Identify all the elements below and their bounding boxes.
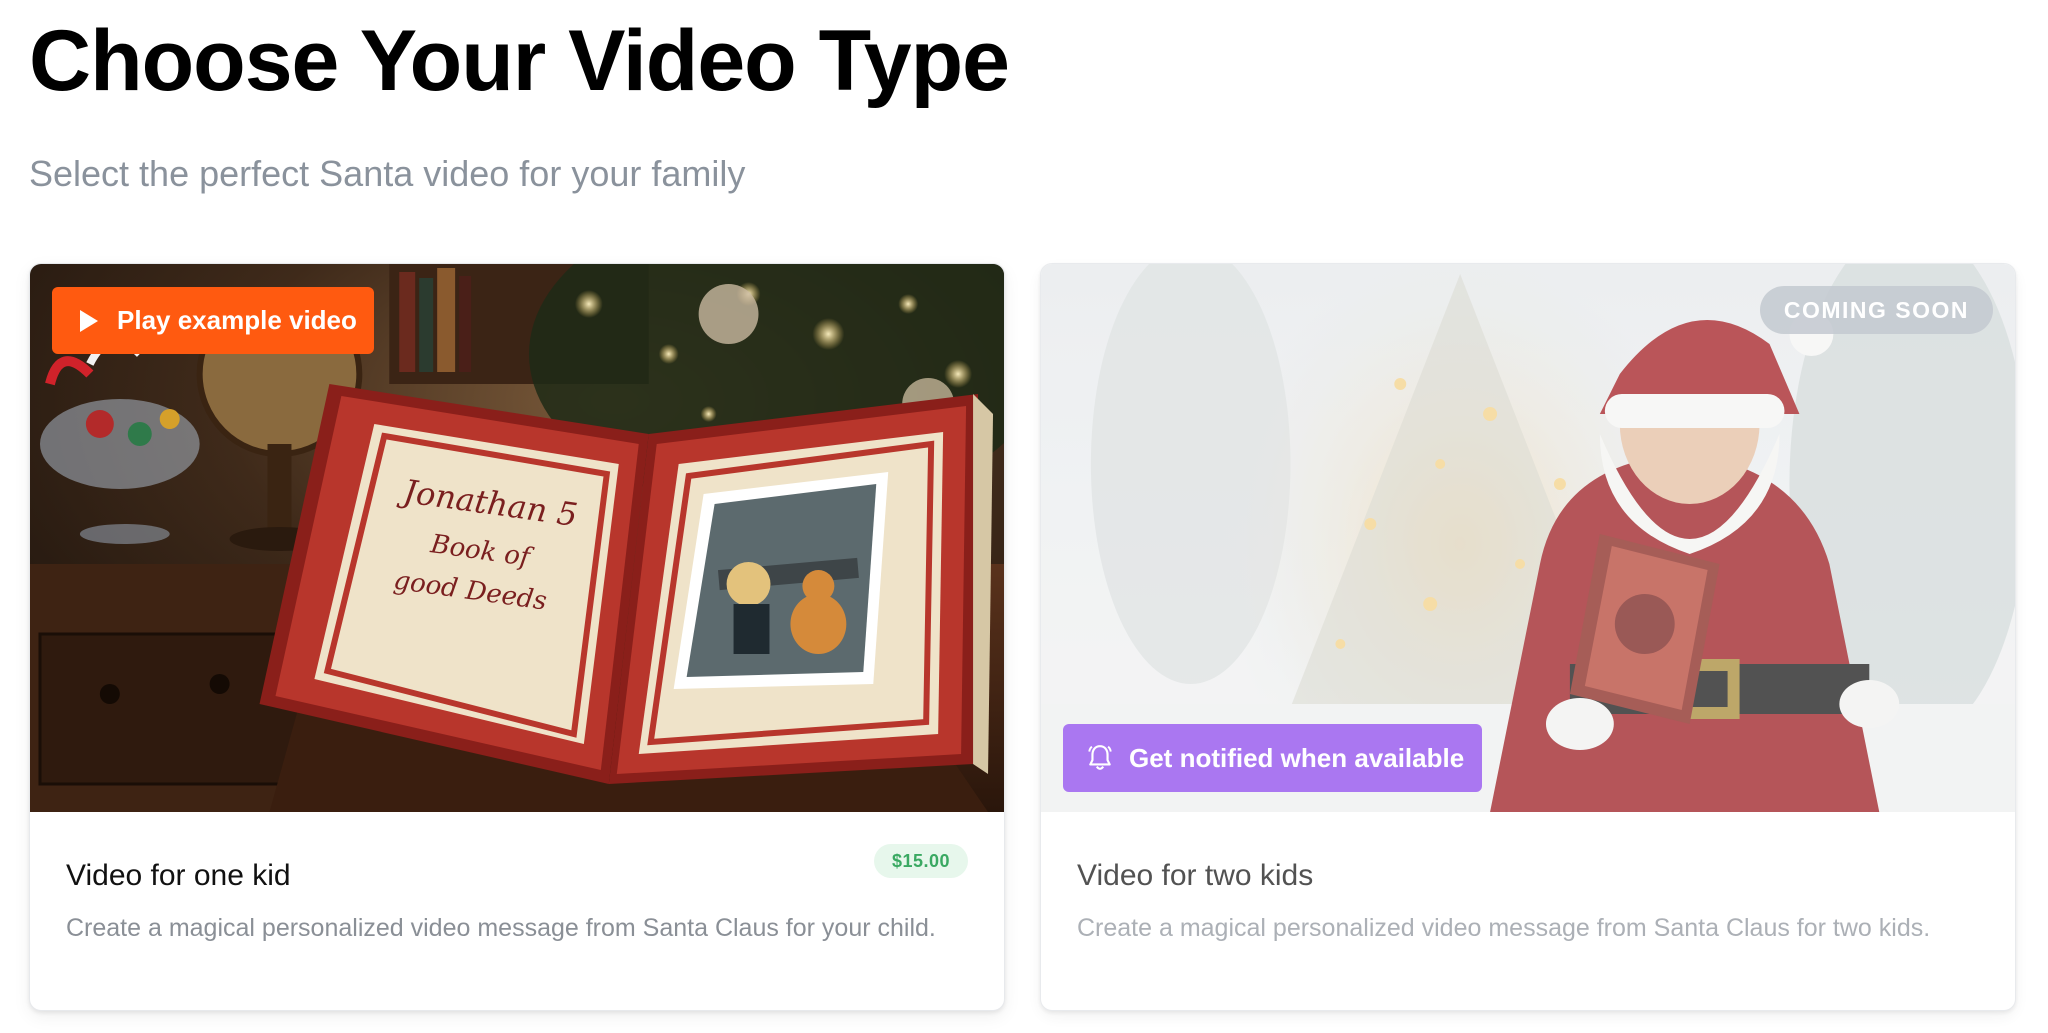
play-icon [80, 309, 98, 332]
notify-button-label: Get notified when available [1129, 742, 1465, 773]
price-badge: $15.00 [873, 844, 968, 878]
page-title: Choose Your Video Type [29, 13, 1010, 109]
video-type-card-two-kids[interactable]: COMING SOON Get notified when available … [1040, 263, 2016, 1011]
card-title: Video for one kid [66, 859, 291, 892]
card-description: Create a magical personalized video mess… [66, 914, 936, 942]
play-example-video-button[interactable]: Play example video [52, 287, 374, 354]
card-body: Video for two kids Create a magical pers… [1041, 812, 2015, 1010]
card-description: Create a magical personalized video mess… [1077, 914, 1931, 942]
coming-soon-badge: COMING SOON [1759, 286, 1993, 334]
play-button-label: Play example video [117, 305, 357, 335]
get-notified-button[interactable]: Get notified when available [1063, 724, 1482, 792]
page-subtitle: Select the perfect Santa video for your … [29, 153, 746, 194]
card-title: Video for two kids [1077, 859, 1314, 892]
card-body: Video for one kid $15.00 Create a magica… [30, 812, 1004, 1010]
bell-icon [1088, 745, 1112, 770]
video-type-card-one-kid[interactable]: Jonathan 5 Book of good Deeds Play examp… [29, 263, 1005, 1011]
